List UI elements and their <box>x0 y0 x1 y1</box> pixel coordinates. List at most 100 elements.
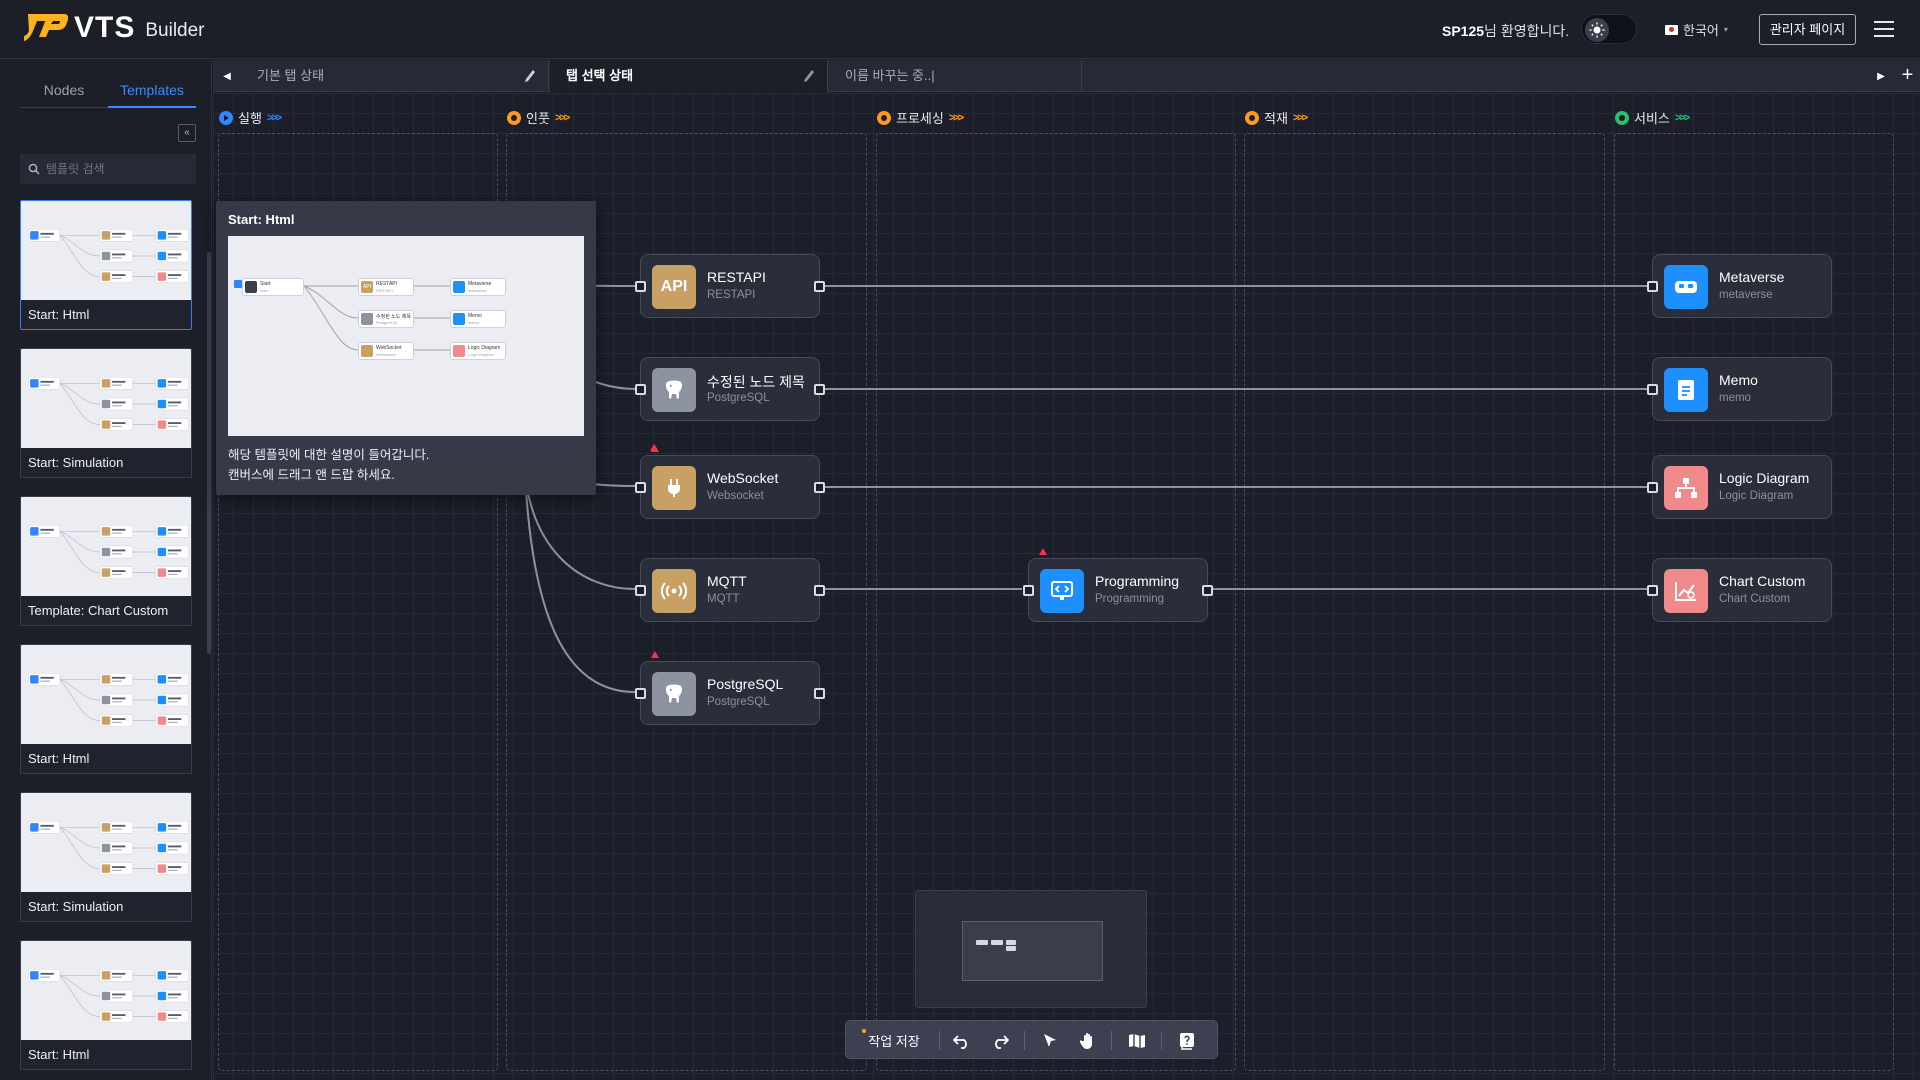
sidebar-tabs: Nodes Templates <box>20 74 196 108</box>
tab-default[interactable]: 기본 탭 상태 <box>241 60 549 92</box>
input-port[interactable] <box>635 384 646 395</box>
redo-icon[interactable] <box>984 1021 1016 1060</box>
template-search-input[interactable] <box>46 162 186 176</box>
template-card[interactable]: Start: Html <box>20 940 192 1070</box>
tooltip-desc-line: 해당 템플릿에 대한 설명이 들어갑니다. <box>228 448 430 462</box>
preview-node-subtitle: memo <box>468 320 480 325</box>
hamburger-menu-icon[interactable] <box>1874 21 1894 37</box>
preview-node-websocket: WebSocket Websocket <box>358 342 414 360</box>
node-title: WebSocket <box>707 470 779 486</box>
template-name: Start: Html <box>21 1040 191 1069</box>
language-select[interactable]: 한국어 ▾ <box>1665 20 1728 39</box>
preview-node-title: 수정된 노드 제목 <box>376 314 411 320</box>
tab-templates[interactable]: Templates <box>108 74 196 108</box>
output-port[interactable] <box>814 482 825 493</box>
template-name: Start: Simulation <box>21 448 191 477</box>
template-card[interactable]: Start: Html <box>20 200 192 330</box>
warning-marker-icon <box>650 444 658 451</box>
warning-marker-icon <box>651 651 659 658</box>
template-card[interactable]: Start: Simulation <box>20 792 192 922</box>
select-pointer-icon[interactable] <box>1034 1021 1066 1060</box>
input-port[interactable] <box>1647 281 1658 292</box>
document-tabbar: ◀ 기본 탭 상태 탭 선택 상태 이름 바꾸는 중..| ▶ + <box>213 60 1920 92</box>
vr-headset-icon <box>1664 265 1708 309</box>
output-port[interactable] <box>1202 585 1213 596</box>
output-port[interactable] <box>814 281 825 292</box>
tab-scroll-right-icon[interactable]: ▶ <box>1867 60 1895 92</box>
node-restapi[interactable]: API RESTAPI RESTAPI <box>635 254 825 318</box>
tooltip-desc-line: 캔버스에 드래그 앤 드랍 하세요. <box>228 468 395 482</box>
tab-nodes[interactable]: Nodes <box>20 74 108 108</box>
template-card[interactable]: Start: Html <box>20 644 192 774</box>
node-subtitle: memo <box>1719 392 1751 404</box>
node-metaverse[interactable]: Metaverse metaverse <box>1647 254 1832 318</box>
template-thumbnail <box>21 793 191 892</box>
node-websocket[interactable]: WebSocket Websocket <box>635 445 825 519</box>
save-work-button[interactable]: 작업 저장 <box>854 1021 934 1060</box>
template-name: Start: Simulation <box>21 892 191 921</box>
admin-page-button[interactable]: 관리자 페이지 <box>1759 14 1856 45</box>
node-subtitle: Chart Custom <box>1719 593 1790 605</box>
input-port[interactable] <box>1023 585 1034 596</box>
template-preview-tooltip: Start: Html Start start API RESTAPI RESTAPI 수… <box>216 201 596 495</box>
node-title: Memo <box>1719 372 1758 388</box>
node-subtitle: Websocket <box>707 490 764 502</box>
node-postgresql-renamed[interactable]: 수정된 노드 제목 PostgreSQL <box>635 357 825 421</box>
logo[interactable]: VTS Builder <box>24 12 205 44</box>
node-mqtt[interactable]: MQTT MQTT <box>635 558 825 622</box>
node-logic-diagram[interactable]: Logic Diagram Logic Diagram <box>1647 455 1832 519</box>
template-search <box>20 154 196 184</box>
preview-node-subtitle: RESTAPI <box>376 288 393 293</box>
template-thumbnail <box>21 941 191 1040</box>
preview-node-title: WebSocket <box>376 345 402 351</box>
node-subtitle: RESTAPI <box>707 289 756 301</box>
tab-scroll-left-icon[interactable]: ◀ <box>213 60 241 92</box>
collapse-sidebar-button[interactable]: « <box>178 124 196 142</box>
template-card[interactable]: Template: Chart Custom <box>20 496 192 626</box>
input-port[interactable] <box>1647 384 1658 395</box>
node-chart-custom[interactable]: Chart Custom Chart Custom <box>1647 558 1832 622</box>
input-port[interactable] <box>635 482 646 493</box>
node-title: Logic Diagram <box>1719 470 1810 486</box>
input-port[interactable] <box>1647 482 1658 493</box>
template-card[interactable]: Start: Simulation <box>20 348 192 478</box>
api-icon: API <box>652 265 696 309</box>
help-book-icon[interactable] <box>1171 1021 1203 1060</box>
template-name: Start: Html <box>21 744 191 773</box>
input-port[interactable] <box>1647 585 1658 596</box>
undo-icon[interactable] <box>946 1021 978 1060</box>
input-port[interactable] <box>635 281 646 292</box>
theme-toggle[interactable] <box>1581 14 1637 44</box>
template-thumbnail <box>21 201 191 300</box>
node-postgresql[interactable]: PostgreSQL PostgreSQL <box>635 651 825 725</box>
output-port[interactable] <box>814 585 825 596</box>
add-tab-button[interactable]: + <box>1895 60 1920 92</box>
korea-flag-icon <box>1665 24 1678 35</box>
sidebar-scrollbar[interactable] <box>207 252 211 654</box>
template-name: Template: Chart Custom <box>21 596 191 625</box>
pencil-icon[interactable] <box>803 69 815 83</box>
node-programming[interactable]: Programming Programming <box>1023 548 1213 622</box>
pencil-icon[interactable] <box>524 69 536 83</box>
chevron-down-icon: ▾ <box>1723 25 1728 34</box>
input-port[interactable] <box>635 688 646 699</box>
template-name: Start: Html <box>21 300 191 329</box>
output-port[interactable] <box>814 688 825 699</box>
minimap-toggle-icon[interactable] <box>1121 1021 1153 1060</box>
preview-node-title: RESTAPI <box>376 281 398 287</box>
tab-selected[interactable]: 탭 선택 상태 <box>550 60 828 92</box>
tab-renaming[interactable]: 이름 바꾸는 중..| <box>829 60 1082 92</box>
tooltip-description: 해당 템플릿에 대한 설명이 들어갑니다. 캔버스에 드래그 앤 드랍 하세요. <box>228 445 429 485</box>
preview-node-restapi: API RESTAPI RESTAPI <box>358 278 414 296</box>
output-port[interactable] <box>814 384 825 395</box>
warning-marker-icon <box>1039 548 1047 555</box>
node-memo[interactable]: Memo memo <box>1647 357 1832 421</box>
elephant-icon <box>652 672 696 716</box>
pan-hand-icon[interactable] <box>1072 1021 1104 1060</box>
input-port[interactable] <box>635 585 646 596</box>
node-subtitle: Logic Diagram <box>1719 490 1794 502</box>
minimap-viewport[interactable] <box>962 921 1103 981</box>
tooltip-title: Start: Html <box>228 212 295 227</box>
minimap[interactable] <box>915 890 1147 1008</box>
tab-label: 탭 선택 상태 <box>566 68 634 83</box>
